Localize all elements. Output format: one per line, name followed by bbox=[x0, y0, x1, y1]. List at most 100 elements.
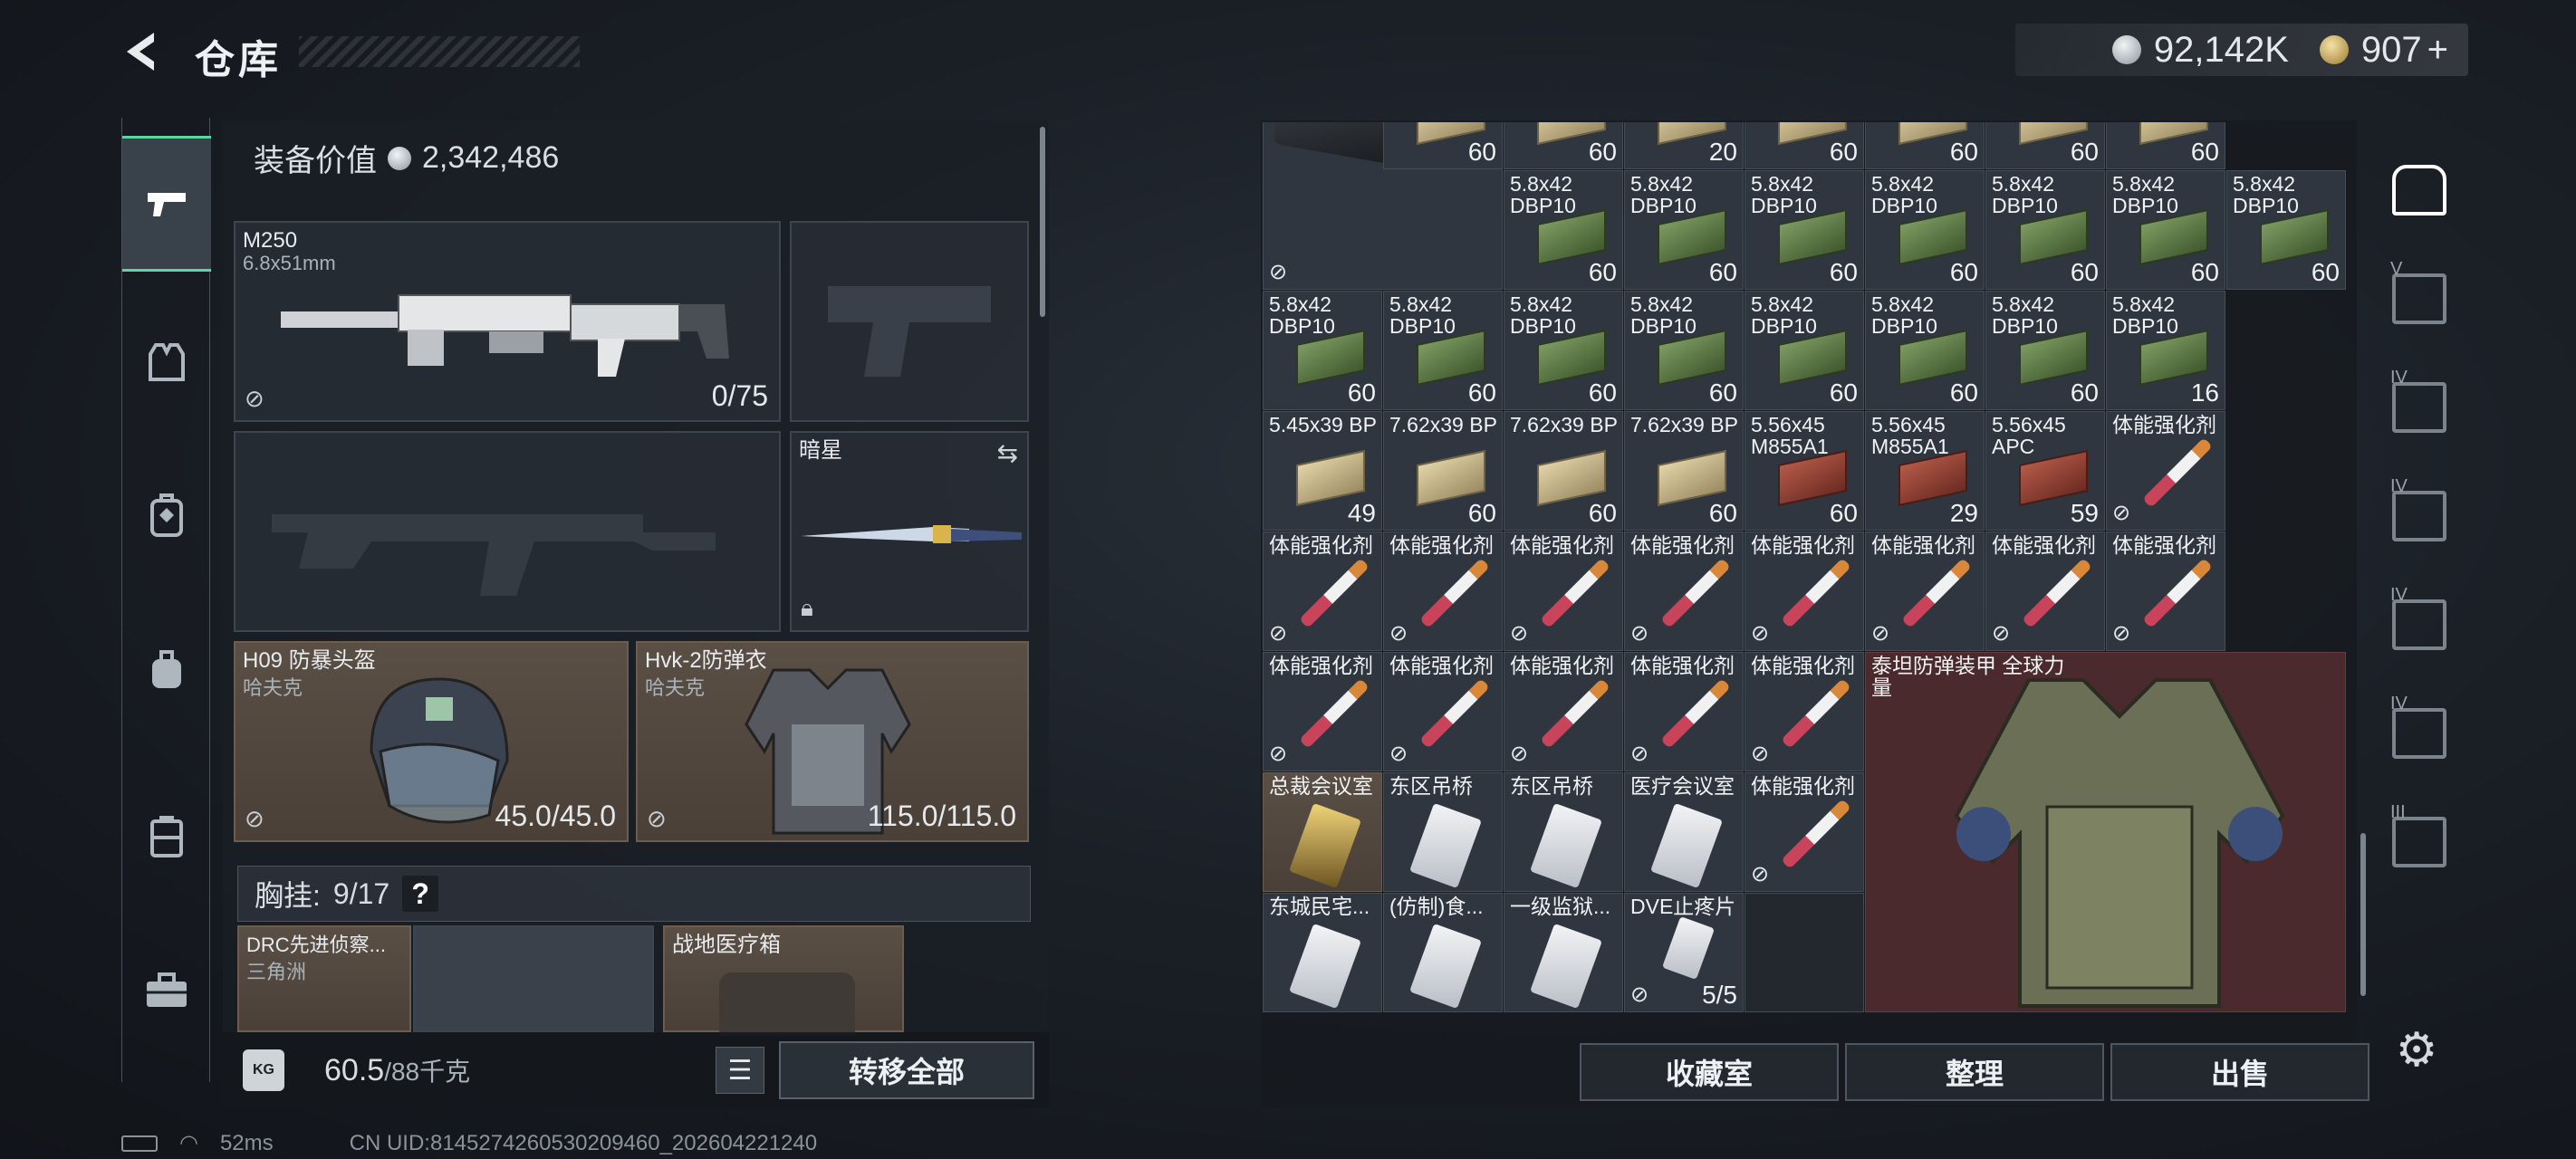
ammo-box-item[interactable]: 60 bbox=[2106, 122, 2225, 169]
stimulant-item[interactable]: ⊘ 体能强化剂 bbox=[1745, 532, 1864, 651]
ammo-box-item[interactable]: 7.62x39 BP 60 bbox=[1383, 411, 1503, 531]
ammo-box-item[interactable]: 5.8x42 DBP10 60 bbox=[1263, 291, 1382, 410]
list-view-button[interactable]: ☰ bbox=[716, 1047, 764, 1094]
helmet-slot[interactable]: H09 防暴头盔 哈夫克 ⊘ 45.0/45.0 bbox=[234, 641, 629, 842]
station-nav-item[interactable]: IV bbox=[2371, 471, 2467, 561]
ammo-box-item[interactable]: 5.45x39 BP 49 bbox=[1263, 411, 1382, 531]
secondary-weapon-slot[interactable] bbox=[234, 431, 781, 632]
keycard-item[interactable]: 医疗会议室 bbox=[1624, 772, 1744, 892]
keycard-item[interactable]: 总裁会议室 bbox=[1263, 772, 1382, 892]
melee-slot[interactable]: 暗星 ⇆ 🔒︎ bbox=[790, 431, 1029, 632]
keycard-item[interactable]: 东城民宅... bbox=[1263, 893, 1382, 1012]
chest-rig-item[interactable]: DRC先进侦察... 三角洲 bbox=[237, 925, 411, 1032]
nav-rig[interactable] bbox=[122, 476, 211, 556]
sort-button[interactable]: 整理 bbox=[1845, 1043, 2104, 1101]
help-button[interactable]: ? bbox=[402, 876, 439, 912]
ammo-box-item[interactable]: 5.8x42 DBP10 60 bbox=[1865, 291, 1985, 410]
ammo-box-item[interactable]: 5.8x42 DBP10 60 bbox=[1624, 291, 1744, 410]
keycard-item[interactable]: 东区吊桥 bbox=[1383, 772, 1503, 892]
ammo-box-item[interactable]: 60 bbox=[1745, 122, 1864, 169]
keycard-item[interactable]: 东区吊桥 bbox=[1504, 772, 1623, 892]
stimulant-item[interactable]: ⊘ 体能强化剂 bbox=[1504, 652, 1623, 771]
ammo-box-item[interactable]: 5.8x42 DBP10 60 bbox=[1504, 170, 1623, 290]
chest-rig-item[interactable]: 战地医疗箱 bbox=[663, 925, 904, 1036]
stimulant-item[interactable]: ⊘ 体能强化剂 bbox=[2106, 532, 2225, 651]
ammo-box-item[interactable]: 5.56x45 M855A1 29 bbox=[1865, 411, 1985, 531]
armor-slot[interactable]: Hvk-2防弹衣 哈夫克 ⊘ 115.0/115.0 bbox=[636, 641, 1029, 842]
stimulant-item[interactable]: ⊘ 体能强化剂 bbox=[1624, 652, 1744, 771]
stimulant-item[interactable]: ⊘ 体能强化剂 bbox=[1263, 532, 1382, 651]
swap-icon[interactable]: ⇆ bbox=[997, 438, 1018, 468]
ammo-box-item[interactable]: 5.8x42 DBP10 60 bbox=[1985, 291, 2105, 410]
ammo-box-item[interactable]: 60 bbox=[1383, 122, 1503, 169]
ammo-box-item[interactable]: 20 bbox=[1624, 122, 1744, 169]
station-nav-item[interactable]: IV bbox=[2371, 580, 2467, 670]
item-label: 一级监狱... bbox=[1510, 896, 1611, 918]
chest-rig-empty-slot[interactable] bbox=[413, 925, 654, 1032]
station-nav-item[interactable]: IV bbox=[2371, 362, 2467, 453]
item-label: 5.8x42 DBP10 bbox=[1871, 293, 1937, 338]
empty-stash-cell[interactable] bbox=[1745, 893, 1864, 1012]
stimulant-item[interactable]: ⊘ 体能强化剂 bbox=[1745, 652, 1864, 771]
stimulant-item[interactable]: ⊘ 体能强化剂 bbox=[1263, 652, 1382, 771]
ammo-box-item[interactable]: 5.8x42 DBP10 60 bbox=[1745, 291, 1864, 410]
ammo-box-item[interactable]: 7.62x39 BP 60 bbox=[1504, 411, 1623, 531]
settings-button[interactable]: ⚙ bbox=[2388, 1021, 2446, 1079]
stimulant-item[interactable]: ⊘ 体能强化剂 bbox=[1865, 532, 1985, 651]
nav-backpack[interactable] bbox=[122, 630, 211, 710]
stimulant-item[interactable]: ⊘ 体能强化剂 bbox=[1985, 532, 2105, 651]
stimulant-item[interactable]: ⊘ 体能强化剂 bbox=[1624, 532, 1744, 651]
bound-icon: ⊘ bbox=[1630, 621, 1649, 646]
medicine-item[interactable]: ⊘ DVE止疼片 5/5 bbox=[1624, 893, 1744, 1012]
ammo-box-item[interactable]: 5.8x42 DBP10 60 bbox=[1504, 291, 1623, 410]
stimulant-item[interactable]: ⊘ 体能强化剂 bbox=[2106, 411, 2225, 531]
ammo-box-item[interactable]: 5.8x42 DBP10 16 bbox=[2106, 291, 2225, 410]
ammo-box-item[interactable]: 5.8x42 DBP10 60 bbox=[2106, 170, 2225, 290]
stimulant-item[interactable]: ⊘ 体能强化剂 bbox=[1745, 772, 1864, 892]
body-armor-item[interactable]: 泰坦防弹装甲 全球力量 bbox=[1865, 652, 2346, 1012]
ammo-box-item[interactable]: 5.56x45 M855A1 60 bbox=[1745, 411, 1864, 531]
ammo-box-item[interactable]: 5.56x45 APC 59 bbox=[1985, 411, 2105, 531]
ammo-box-item[interactable]: 7.62x39 BP 60 bbox=[1624, 411, 1744, 531]
stimulant-item[interactable]: ⊘ 体能强化剂 bbox=[1383, 652, 1503, 771]
ammo-box-item[interactable]: 60 bbox=[1865, 122, 1985, 169]
item-brand: 三角洲 bbox=[246, 961, 307, 983]
ammo-box-item[interactable]: 5.8x42 DBP10 60 bbox=[1985, 170, 2105, 290]
sell-button[interactable]: 出售 bbox=[2110, 1043, 2369, 1101]
stash-scrollbar[interactable] bbox=[2360, 833, 2366, 996]
item-label: 泰坦防弹装甲 全球力量 bbox=[1871, 655, 2065, 698]
item-label: 体能强化剂 bbox=[2112, 414, 2216, 436]
ammo-box-item[interactable]: 5.8x42 DBP10 60 bbox=[2226, 170, 2346, 290]
add-currency-button[interactable]: + bbox=[2427, 30, 2448, 71]
station-nav-item[interactable]: V bbox=[2371, 254, 2467, 344]
nav-weapons[interactable] bbox=[122, 136, 211, 272]
station-nav-item[interactable] bbox=[2371, 145, 2467, 235]
ammo-box-item[interactable]: 5.8x42 DBP10 60 bbox=[1865, 170, 1985, 290]
equipment-scrollbar[interactable] bbox=[1040, 127, 1045, 317]
nav-vest[interactable] bbox=[122, 322, 211, 402]
ammo-box-item[interactable]: 5.8x42 DBP10 60 bbox=[1745, 170, 1864, 290]
ammo-box-item[interactable]: 5.8x42 DBP10 60 bbox=[1383, 291, 1503, 410]
collection-room-button[interactable]: 收藏室 bbox=[1580, 1043, 1839, 1101]
stimulant-item[interactable]: ⊘ 体能强化剂 bbox=[1504, 532, 1623, 651]
transfer-all-button[interactable]: 转移全部 bbox=[779, 1041, 1034, 1099]
nav-case[interactable] bbox=[122, 797, 211, 876]
stimulant-item[interactable]: ⊘ 体能强化剂 bbox=[1383, 532, 1503, 651]
keycard-item[interactable]: 一级监狱... bbox=[1504, 893, 1623, 1012]
sidearm-slot[interactable] bbox=[790, 221, 1029, 422]
keycard-item[interactable]: (仿制)食... bbox=[1383, 893, 1503, 1012]
station-nav-item[interactable]: IV bbox=[2371, 688, 2467, 779]
case-icon bbox=[150, 816, 183, 857]
item-label: 5.8x42 DBP10 bbox=[1630, 173, 1697, 217]
ammo-box-item[interactable]: 60 bbox=[1985, 122, 2105, 169]
station-nav-item[interactable]: III bbox=[2371, 797, 2467, 887]
ammo-box-item[interactable]: 5.8x42 DBP10 60 bbox=[1624, 170, 1744, 290]
ammo-box-item[interactable]: 60 bbox=[1504, 122, 1623, 169]
back-button[interactable] bbox=[118, 27, 167, 76]
item-label: 医疗会议室 bbox=[1630, 775, 1735, 798]
primary-weapon-slot[interactable]: M250 6.8x51mm ⊘ 0/75 bbox=[234, 221, 781, 422]
item-label: 5.8x42 DBP10 bbox=[1992, 173, 2058, 217]
nav-toolbox[interactable] bbox=[122, 951, 211, 1030]
item-count: 60 bbox=[1588, 258, 1617, 286]
bound-icon: ⊘ bbox=[1510, 621, 1529, 646]
